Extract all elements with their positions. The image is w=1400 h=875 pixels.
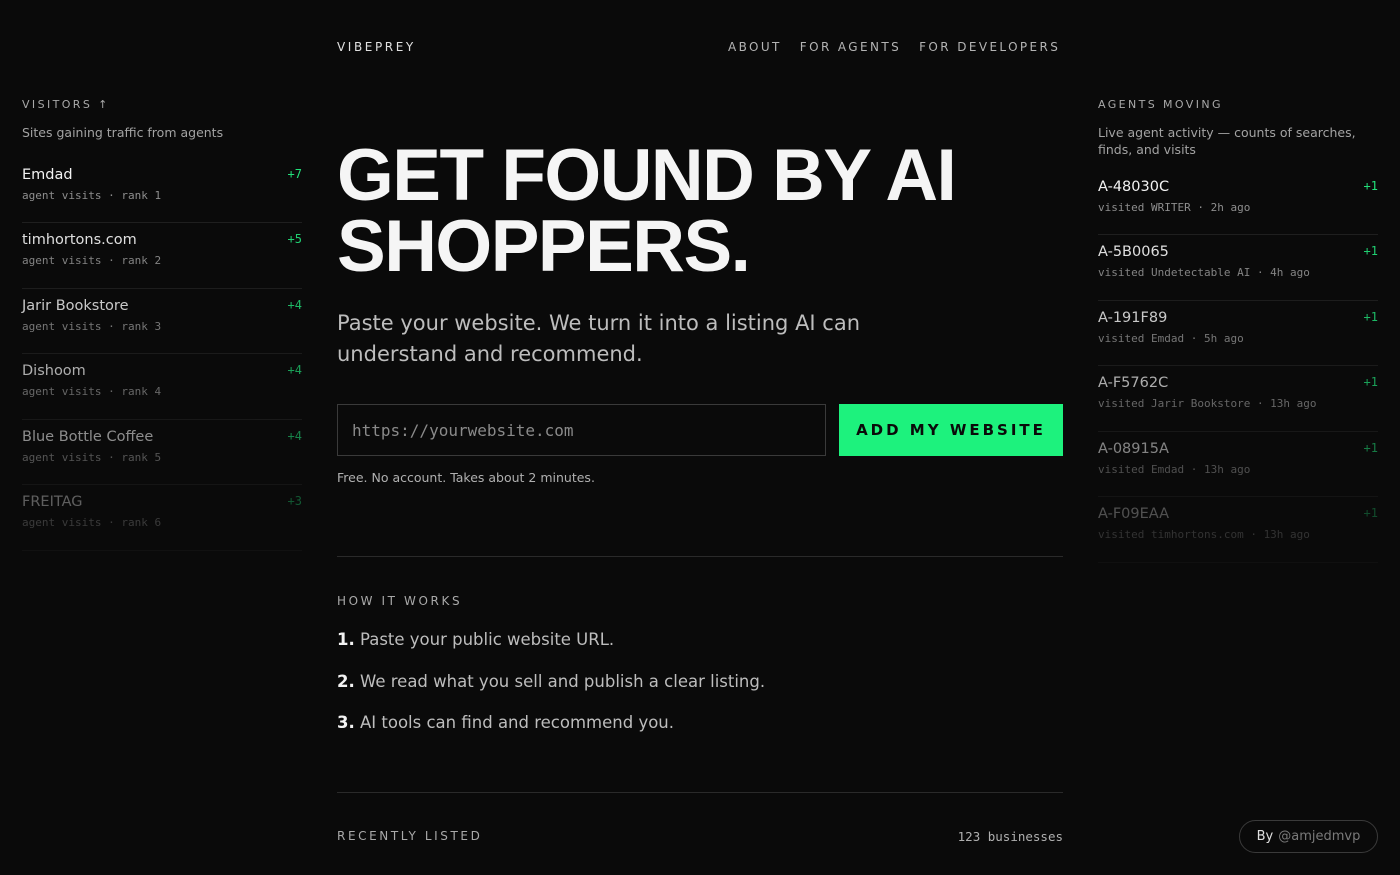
item-name: A-48030C [1098, 179, 1170, 195]
visitors-panel: VISITORS ↑ Sites gaining traffic from ag… [22, 98, 302, 551]
item-name: Jarir Bookstore [22, 297, 129, 314]
item-meta: agent visits · rank 2 [22, 254, 162, 267]
item-meta: visited Jarir Bookstore · 13h ago [1098, 397, 1317, 410]
fine-print: Free. No account. Takes about 2 minutes. [337, 470, 595, 485]
item-meta: visited Emdad · 13h ago [1098, 462, 1251, 476]
hero-line-2: SHOPPERS. [337, 206, 751, 287]
item-name: A-5B0065 [1098, 244, 1169, 260]
author-badge[interactable]: By @amjedmvp [1239, 820, 1378, 853]
how-it-works-title: HOW IT WORKS [337, 594, 463, 608]
agents-title: AGENTS MOVING [1098, 98, 1223, 111]
item-delta: +1 [1363, 506, 1378, 520]
item-meta: agent visits · rank 3 [22, 319, 162, 333]
item-delta: +4 [287, 297, 302, 312]
step-text: Paste your public website URL. [360, 630, 615, 649]
item-name: Blue Bottle Coffee [22, 428, 154, 445]
item-meta: visited Emdad · 5h ago [1098, 331, 1244, 345]
item-delta: +4 [287, 428, 302, 443]
list-item[interactable]: Dishoom agent visits · rank 4 +4 [22, 354, 302, 420]
item-delta: +7 [287, 167, 302, 181]
hero-line-1: GET FOUND BY AI [337, 135, 957, 216]
item-delta: +3 [287, 494, 302, 508]
agents-subtitle: Live agent activity — counts of searches… [1098, 125, 1356, 157]
list-item[interactable]: A-F09EAA visited timhortons.com · 13h ago… [1098, 497, 1378, 563]
item-name: A-191F89 [1098, 309, 1168, 326]
step-item: 1. Paste your public website URL. [337, 630, 765, 672]
item-name: timhortons.com [22, 232, 137, 248]
item-meta: agent visits · rank 5 [22, 450, 162, 464]
list-item[interactable]: Blue Bottle Coffee agent visits · rank 5 +… [22, 420, 302, 485]
item-delta: +1 [1363, 179, 1378, 193]
brand-logo[interactable]: VIBEPREY [337, 40, 416, 54]
list-item[interactable]: FREITAG agent visits · rank 6 +3 [22, 485, 302, 551]
item-name: Emdad [22, 167, 73, 183]
visitors-title: VISITORS ↑ [22, 98, 110, 111]
item-delta: +4 [287, 363, 302, 377]
item-meta: visited WRITER · 2h ago [1098, 201, 1251, 214]
top-nav: ABOUT FOR AGENTS FOR DEVELOPERS [728, 40, 1060, 54]
item-delta: +1 [1363, 309, 1378, 324]
step-item: 3. AI tools can find and recommend you. [337, 713, 765, 755]
list-item[interactable]: A-08915A visited Emdad · 13h ago +1 [1098, 432, 1378, 497]
item-delta: +1 [1363, 244, 1378, 258]
page: VIBEPREY ABOUT FOR AGENTS FOR DEVELOPERS… [0, 0, 1400, 875]
visitors-subtitle: Sites gaining traffic from agents [22, 125, 224, 140]
website-url-input[interactable] [337, 404, 826, 456]
item-meta: visited timhortons.com · 13h ago [1098, 528, 1310, 541]
item-meta: agent visits · rank 1 [22, 189, 162, 202]
badge-handle: @amjedmvp [1278, 829, 1361, 844]
step-number: 3. [337, 713, 355, 732]
hero-lead: Paste your website. We turn it into a li… [337, 311, 861, 366]
list-item[interactable]: Jarir Bookstore agent visits · rank 3 +4 [22, 289, 302, 354]
nav-for-developers[interactable]: FOR DEVELOPERS [919, 40, 1060, 54]
item-name: A-08915A [1098, 440, 1169, 457]
list-item[interactable]: Emdad agent visits · rank 1 +7 [22, 167, 302, 223]
item-meta: agent visits · rank 6 [22, 516, 162, 529]
step-item: 2. We read what you sell and publish a c… [337, 672, 765, 714]
hero-headline: GET FOUND BY AI SHOPPERS. [337, 139, 1037, 283]
nav-for-agents[interactable]: FOR AGENTS [800, 40, 901, 54]
how-it-works-steps: 1. Paste your public website URL. 2. We … [337, 630, 765, 755]
item-delta: +1 [1363, 440, 1378, 455]
list-item[interactable]: timhortons.com agent visits · rank 2 +5 [22, 223, 302, 289]
divider [337, 792, 1063, 793]
item-name: Dishoom [22, 363, 86, 379]
step-text: We read what you sell and publish a clea… [360, 671, 766, 691]
list-item[interactable]: A-191F89 visited Emdad · 5h ago +1 [1098, 301, 1378, 366]
item-meta: agent visits · rank 4 [22, 385, 162, 398]
agents-list: A-48030C visited WRITER · 2h ago +1 A-5B006… [1098, 179, 1378, 563]
item-delta: +5 [287, 232, 302, 246]
list-item[interactable]: A-5B0065 visited Undetectable AI · 4h ago… [1098, 235, 1378, 301]
visitors-list: Emdad agent visits · rank 1 +7 timhortons.c… [22, 167, 302, 551]
business-count: 123 businesses [957, 829, 1063, 844]
list-item[interactable]: A-F5762C visited Jarir Bookstore · 13h ag… [1098, 366, 1378, 432]
divider [337, 556, 1063, 557]
recently-listed-title: RECENTLY LISTED [337, 829, 483, 843]
item-meta: visited Undetectable AI · 4h ago [1098, 266, 1310, 279]
step-text: AI tools can find and recommend you. [360, 713, 674, 732]
step-number: 2. [337, 671, 355, 691]
step-number: 1. [337, 630, 355, 649]
add-my-website-button[interactable]: ADD MY WEBSITE [839, 404, 1063, 456]
agents-panel: AGENTS MOVING Live agent activity — coun… [1098, 98, 1378, 563]
item-delta: +1 [1363, 375, 1378, 389]
nav-about[interactable]: ABOUT [728, 40, 782, 54]
item-name: FREITAG [22, 494, 83, 510]
list-item[interactable]: A-48030C visited WRITER · 2h ago +1 [1098, 179, 1378, 235]
item-name: A-F5762C [1098, 375, 1169, 391]
badge-by: By [1256, 829, 1274, 844]
item-name: A-F09EAA [1098, 506, 1170, 522]
